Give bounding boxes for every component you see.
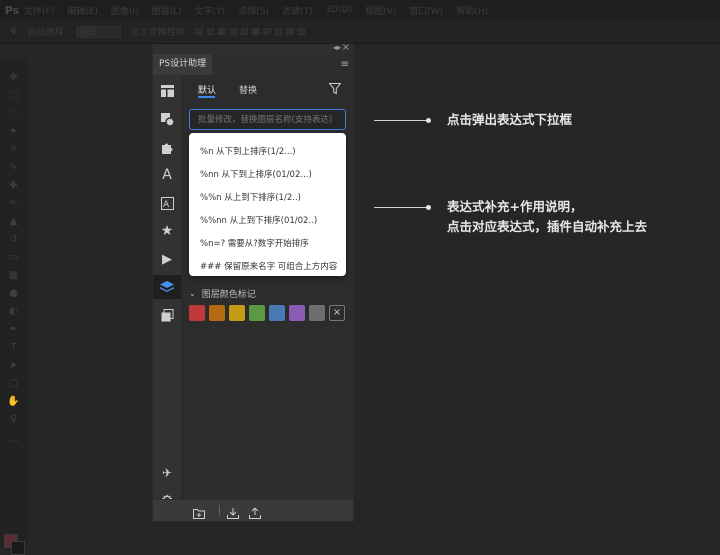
show-transform-label[interactable]: 显示变换控件	[131, 25, 185, 38]
text-icon[interactable]: A	[153, 163, 181, 187]
menu-file[interactable]: 文件(F)	[24, 4, 54, 17]
annotation-expression-help-line2: 点击对应表达式，插件自动补充上去	[447, 219, 648, 234]
menu-help[interactable]: 帮助(H)	[456, 4, 488, 17]
history-brush-icon[interactable]: ↺	[7, 234, 20, 245]
menu-image[interactable]: 图像(I)	[111, 4, 139, 17]
menu-bar: Ps 文件(F) 编辑(E) 图像(I) 图层(L) 文字(Y) 选择(S) 滤…	[0, 0, 720, 20]
expression-dropdown: %n 从下到上排序(1/2...) %nn 从下到上排序(01/02...) %…	[189, 133, 346, 276]
layer-color-title: 图层颜色标记	[201, 290, 256, 300]
menu-window[interactable]: 窗口(W)	[409, 4, 443, 17]
menu-3d[interactable]: 3D(D)	[325, 5, 352, 15]
zoom-icon[interactable]: ⚲	[7, 414, 20, 425]
panel-tab-bar: PS设计助理 ≡	[153, 54, 353, 75]
move-icon[interactable]: ✥	[7, 72, 20, 83]
background-color[interactable]	[11, 541, 25, 555]
more-icon[interactable]: ⋯	[7, 436, 20, 447]
panel-menu-icon[interactable]: ≡	[341, 59, 349, 70]
layer-color-section[interactable]: ⌄ 图层颜色标记	[189, 287, 256, 300]
annotation-dot-1	[426, 118, 431, 123]
magic-wand-icon[interactable]: ✦	[7, 126, 20, 137]
ps-logo: Ps	[4, 3, 20, 17]
panel-top-bar: ◂▸ ×	[153, 42, 353, 54]
shape-icon[interactable]: ▢	[7, 378, 20, 389]
menu-layer[interactable]: 图层(L)	[152, 4, 182, 17]
dropdown-item[interactable]: %n=? 需要从?数字开始排序	[200, 237, 309, 249]
stamp-icon[interactable]: ▲	[7, 216, 20, 227]
new-folder-icon[interactable]	[193, 504, 205, 523]
shapes-icon[interactable]	[153, 107, 181, 131]
filter-icon[interactable]	[328, 80, 342, 99]
menu-view[interactable]: 视图(V)	[365, 4, 396, 17]
blur-icon[interactable]: ●	[7, 288, 20, 299]
color-swatch-violet[interactable]	[289, 305, 305, 321]
annotation-expression-help-line1: 表达式补充+作用说明，	[447, 199, 583, 214]
color-swatch-orange[interactable]	[209, 305, 225, 321]
bottom-divider	[219, 505, 220, 515]
close-icon[interactable]: ×	[342, 42, 350, 53]
tools-panel: ✥ ⬚ ◌ ✦ ⌗ ✎ ✚ ✏ ▲ ↺ ▭ ▦ ● ◐ ✒ T ➤ ▢ ✋ ⚲ …	[0, 60, 28, 555]
panel-title-tab[interactable]: PS设计助理	[153, 54, 213, 75]
annotation-dot-2	[426, 205, 431, 210]
chevron-down-icon: ⌄	[189, 289, 196, 298]
align-icons: ▤ ▥ ▦ ▧ ▨ ▩ ▤ ▥ ▦ ▧	[194, 26, 306, 37]
export-icon[interactable]	[249, 504, 261, 523]
layer-color-swatches: ×	[189, 305, 345, 321]
color-swatch-blue[interactable]	[269, 305, 285, 321]
panel-bottom-bar	[153, 499, 353, 520]
ps-design-assistant-panel: ◂▸ × PS设计助理 ≡ A A ★ ▶ ✈ 默认 替换 批量修改，替换图层名…	[152, 42, 354, 522]
star-icon[interactable]: ★	[153, 219, 181, 243]
artboard-icon[interactable]	[153, 303, 181, 327]
pin-icon[interactable]: ✈	[153, 461, 181, 485]
annotation-line-1	[374, 120, 428, 121]
plugin-content: 默认 替换 %n 从下到上排序(1/2...) %nn 从下到上排序(01/02…	[181, 75, 353, 499]
brush-icon[interactable]: ✏	[7, 198, 20, 209]
dropdown-item[interactable]: %%nn 从上到下排序(01/02..)	[200, 214, 317, 226]
move-tool-icon: ✥	[10, 26, 18, 37]
clear-color-icon[interactable]: ×	[329, 305, 345, 321]
eraser-icon[interactable]: ▭	[7, 252, 20, 263]
import-icon[interactable]	[227, 504, 239, 523]
dropdown-item[interactable]: ### 保留原来名字 可组合上方内容	[200, 260, 337, 272]
dropdown-item[interactable]: %n 从下到上排序(1/2...)	[200, 145, 296, 157]
pen-icon[interactable]: ✒	[7, 324, 20, 335]
auto-select-dropdown[interactable]: 图层	[76, 25, 121, 38]
menu-select[interactable]: 选择(S)	[238, 4, 269, 17]
dropdown-item[interactable]: %nn 从下到上排序(01/02...)	[200, 168, 312, 180]
menu-type[interactable]: 文字(Y)	[195, 4, 226, 17]
color-swatch-yellow[interactable]	[229, 305, 245, 321]
font-replace-icon[interactable]: A	[153, 191, 181, 215]
healing-icon[interactable]: ✚	[7, 180, 20, 191]
layers-icon[interactable]	[153, 275, 181, 299]
dodge-icon[interactable]: ◐	[7, 306, 20, 317]
path-select-icon[interactable]: ➤	[7, 360, 20, 371]
auto-select-label[interactable]: 自动选择:	[28, 25, 67, 38]
menu-filter[interactable]: 滤镜(T)	[282, 4, 313, 17]
options-bar: ✥ 自动选择: 图层 显示变换控件 ▤ ▥ ▦ ▧ ▨ ▩ ▤ ▥ ▦ ▧	[0, 20, 720, 44]
plugin-side-nav: A A ★ ▶ ✈ ⚙	[153, 75, 181, 509]
tab-default[interactable]: 默认	[198, 83, 216, 96]
crop-icon[interactable]: ⌗	[7, 144, 20, 155]
dropdown-item[interactable]: %%n 从上到下排序(1/2..)	[200, 191, 301, 203]
collapse-icon[interactable]: ◂▸	[333, 43, 341, 52]
tab-replace[interactable]: 替换	[239, 83, 257, 96]
annotation-expression-dropdown: 点击弹出表达式下拉框	[447, 112, 573, 127]
type-icon[interactable]: T	[7, 342, 20, 353]
eyedropper-icon[interactable]: ✎	[7, 162, 20, 173]
lasso-icon[interactable]: ◌	[7, 108, 20, 119]
svg-text:A: A	[163, 200, 170, 210]
active-tab-indicator	[198, 96, 215, 98]
marquee-icon[interactable]: ⬚	[7, 90, 20, 101]
gradient-icon[interactable]: ▦	[7, 270, 20, 281]
color-swatch-red[interactable]	[189, 305, 205, 321]
menu-edit[interactable]: 编辑(E)	[67, 4, 98, 17]
hand-icon[interactable]: ✋	[7, 396, 20, 407]
color-swatch-green[interactable]	[249, 305, 265, 321]
rename-expression-input[interactable]	[189, 109, 346, 130]
color-swatch-gray[interactable]	[309, 305, 325, 321]
layout-icon[interactable]	[153, 79, 181, 103]
annotation-line-2	[374, 207, 428, 208]
puzzle-icon[interactable]	[153, 135, 181, 159]
play-icon[interactable]: ▶	[153, 247, 181, 271]
